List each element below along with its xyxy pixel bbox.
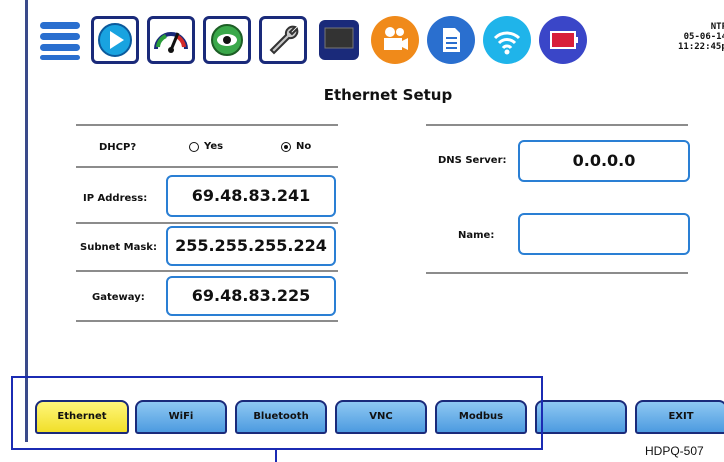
name-label: Name: (458, 230, 495, 241)
figure-label: HDPQ-507 (645, 444, 704, 458)
subnet-mask-field[interactable]: 255.255.255.224 (166, 226, 336, 266)
dhcp-no-label: No (296, 141, 312, 152)
divider (76, 320, 338, 322)
battery-icon[interactable] (539, 16, 587, 64)
divider (76, 270, 338, 272)
ntp-time: 11:22:45pm (678, 42, 724, 52)
top-toolbar: NTP 05-06-14 11:22:45pm (28, 0, 724, 76)
ntp-clock: NTP 05-06-14 11:22:45pm (678, 22, 724, 52)
callout-stem (275, 450, 277, 462)
divider (426, 124, 688, 126)
monitor-eye-icon[interactable] (203, 16, 251, 64)
ip-address-field[interactable]: 69.48.83.241 (166, 175, 336, 217)
dhcp-no-radio[interactable] (281, 142, 291, 152)
divider (76, 222, 338, 224)
document-icon[interactable] (427, 16, 475, 64)
subnet-mask-label: Subnet Mask: (80, 242, 157, 253)
ntp-date: 05-06-14 (683, 32, 724, 42)
divider (426, 272, 688, 274)
menu-icon[interactable] (36, 16, 84, 64)
wireless-icon[interactable] (483, 16, 531, 64)
ntp-label: NTP (710, 22, 724, 32)
dhcp-label: DHCP? (99, 142, 137, 153)
name-field[interactable] (518, 213, 690, 255)
tab-blank[interactable] (535, 400, 627, 434)
gateway-field[interactable]: 69.48.83.225 (166, 276, 336, 316)
ip-address-label: IP Address: (83, 193, 148, 204)
divider (76, 166, 338, 168)
dhcp-yes-label: Yes (204, 141, 224, 152)
tab-highlight-callout (11, 376, 543, 450)
page-title: Ethernet Setup (323, 86, 453, 104)
camera-icon[interactable] (371, 16, 419, 64)
dns-server-label: DNS Server: (438, 155, 507, 166)
dhcp-yes-radio[interactable] (189, 142, 199, 152)
display-icon[interactable] (315, 16, 363, 64)
meter-icon[interactable] (147, 16, 195, 64)
play-icon[interactable] (91, 16, 139, 64)
divider (76, 124, 338, 126)
dns-server-field[interactable]: 0.0.0.0 (518, 140, 690, 182)
wrench-icon[interactable] (259, 16, 307, 64)
exit-button[interactable]: EXIT (635, 400, 724, 434)
gateway-label: Gateway: (92, 292, 145, 303)
